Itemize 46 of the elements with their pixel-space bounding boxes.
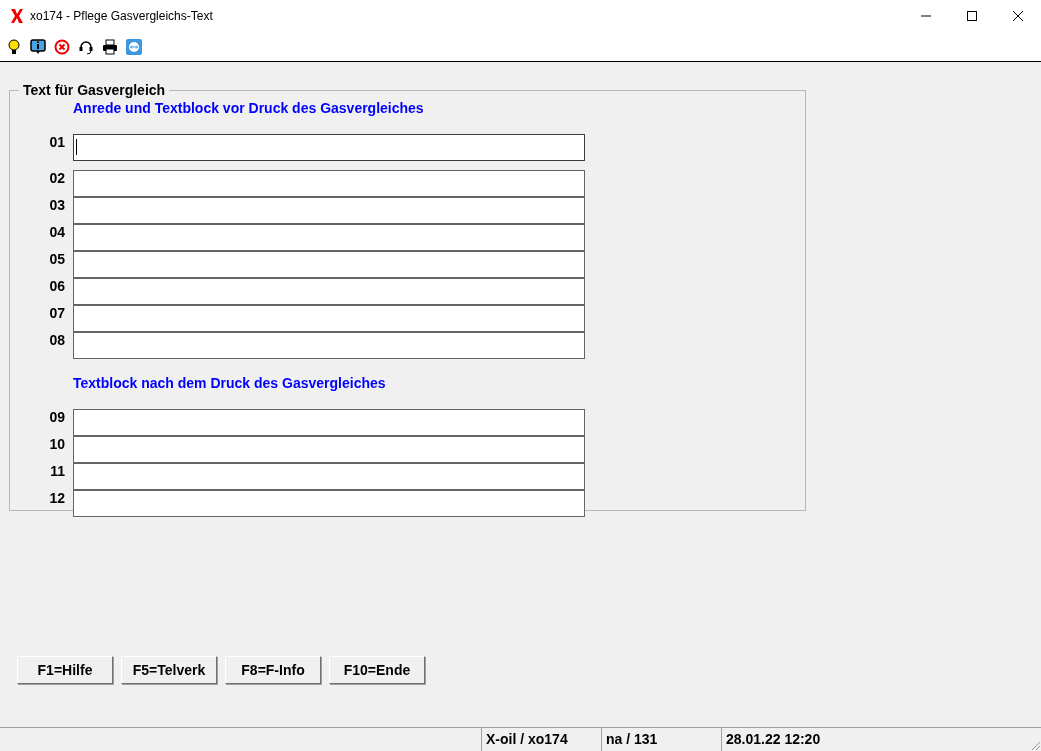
- line-number: 08: [48, 332, 65, 348]
- status-text: 28.01.22 12:20: [721, 728, 1029, 751]
- function-key-button[interactable]: F5=Telverk: [121, 656, 217, 684]
- text-input-field[interactable]: [73, 134, 585, 161]
- printer-icon[interactable]: [102, 38, 118, 55]
- text-input-field[interactable]: [73, 490, 585, 517]
- line-number: 07: [48, 305, 65, 321]
- maximize-icon: [967, 11, 977, 21]
- status-text: X-oil / xo174: [481, 728, 601, 751]
- remote-icon[interactable]: [126, 38, 142, 55]
- line-number: 06: [48, 278, 65, 294]
- text-input-field[interactable]: [73, 170, 585, 197]
- text-input-field[interactable]: [73, 197, 585, 224]
- text-input-field[interactable]: [73, 409, 585, 436]
- close-icon: [1013, 11, 1023, 21]
- text-input-field[interactable]: [73, 224, 585, 251]
- function-key-button[interactable]: F8=F-Info: [225, 656, 321, 684]
- section-heading: Anrede und Textblock vor Druck des Gasvergleiches: [73, 100, 425, 116]
- text-input-field[interactable]: [73, 463, 585, 490]
- line-number: 02: [48, 170, 65, 186]
- line-number: 12: [48, 490, 65, 506]
- window-title: xo174 - Pflege Gasvergleichs-Text: [30, 9, 213, 23]
- text-input-field[interactable]: [73, 305, 585, 332]
- function-key-button[interactable]: F10=Ende: [329, 656, 425, 684]
- line-number: 11: [49, 463, 65, 479]
- app-logo-icon: [10, 8, 24, 24]
- text-input-field[interactable]: [73, 332, 585, 359]
- line-number: 05: [48, 251, 65, 267]
- text-input-field[interactable]: [73, 436, 585, 463]
- line-number: 03: [48, 197, 65, 213]
- function-key-button[interactable]: F1=Hilfe: [17, 656, 113, 684]
- resize-grip-icon: [1029, 739, 1041, 751]
- info-icon[interactable]: [30, 38, 46, 55]
- section-heading: Textblock nach dem Druck des Gasvergleiches: [73, 375, 387, 391]
- group-title: Text für Gasvergleich: [19, 82, 170, 98]
- status-text: na / 131: [601, 728, 721, 751]
- text-input-field[interactable]: [73, 251, 585, 278]
- headset-icon[interactable]: [78, 38, 94, 55]
- text-caret: [76, 139, 77, 155]
- line-number: 09: [48, 409, 65, 425]
- line-number: 10: [48, 436, 65, 452]
- lightbulb-icon[interactable]: [6, 38, 22, 55]
- text-input-field[interactable]: [73, 278, 585, 305]
- line-number: 04: [48, 224, 65, 240]
- line-number: 01: [48, 134, 65, 150]
- cancel-icon[interactable]: [54, 38, 70, 55]
